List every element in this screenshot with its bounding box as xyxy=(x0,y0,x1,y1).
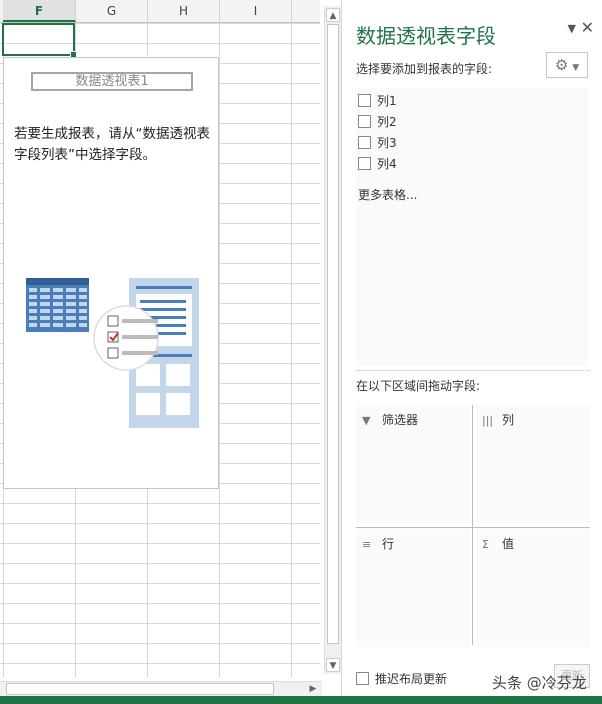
checklist-icon xyxy=(93,305,159,371)
gear-icon: ⚙ xyxy=(554,56,569,74)
field-checkbox[interactable] xyxy=(358,115,371,128)
area-divider-vertical xyxy=(472,405,473,645)
field-item-3[interactable]: 列3 xyxy=(358,134,397,152)
field-item-2[interactable]: 列2 xyxy=(358,113,397,131)
columns-icon: ||| xyxy=(482,414,494,427)
column-header-row: F G H I xyxy=(0,0,320,23)
columns-area-label: 列 xyxy=(502,413,515,427)
choose-fields-label: 选择要添加到报表的字段: xyxy=(356,62,493,76)
field-label: 列3 xyxy=(377,136,397,150)
pivot-table-title: 数据透视表1 xyxy=(31,72,193,91)
filter-icon: ▼ xyxy=(362,414,371,427)
table-icon xyxy=(26,278,89,332)
pivot-illustration xyxy=(26,278,199,428)
scroll-up-button[interactable]: ▲ xyxy=(326,8,340,22)
pane-title: 数据透视表字段 xyxy=(356,24,496,48)
status-bar xyxy=(0,696,602,704)
sigma-icon: Σ xyxy=(482,538,489,551)
chevron-down-icon[interactable]: ▼ xyxy=(568,22,576,35)
field-checkbox[interactable] xyxy=(358,136,371,149)
drag-fields-label: 在以下区域间拖动字段: xyxy=(356,379,481,393)
field-item-4[interactable]: 列4 xyxy=(358,155,397,173)
column-header-i[interactable]: I xyxy=(220,0,292,22)
defer-label: 推迟布局更新 xyxy=(375,672,448,686)
scroll-right-button[interactable]: ▶ xyxy=(306,682,320,696)
column-header-g[interactable]: G xyxy=(76,0,148,22)
area-divider-horizontal xyxy=(356,527,590,528)
scroll-down-button[interactable]: ▼ xyxy=(326,658,340,672)
pivot-instructions: 若要生成报表，请从“数据透视表字段列表”中选择字段。 xyxy=(14,126,210,163)
rows-area[interactable]: ≡ 行 xyxy=(356,529,470,647)
defer-layout-update[interactable]: 推迟布局更新 xyxy=(356,670,447,687)
column-header-h[interactable]: H xyxy=(148,0,220,22)
field-checkbox[interactable] xyxy=(358,157,371,170)
filters-area-label: 筛选器 xyxy=(382,413,419,427)
rows-icon: ≡ xyxy=(362,538,372,551)
filters-area[interactable]: ▼ 筛选器 xyxy=(356,405,470,523)
vertical-scroll-thumb[interactable] xyxy=(327,24,339,644)
field-label: 列2 xyxy=(377,115,397,129)
field-checkbox[interactable] xyxy=(358,94,371,107)
field-list: 列1 列2 列3 列4 更多表格... xyxy=(356,88,588,366)
rows-area-label: 行 xyxy=(382,537,395,551)
horizontal-scrollbar[interactable]: ▶ xyxy=(0,681,322,696)
field-settings-button[interactable]: ⚙ ▼ xyxy=(546,52,588,78)
field-item-1[interactable]: 列1 xyxy=(358,92,397,110)
values-area-label: 值 xyxy=(502,537,515,551)
chevron-down-icon: ▼ xyxy=(572,63,580,73)
worksheet: F G H I 数据透视表1 若要生成报表，请从“数据透视表字段列表”中选择字段… xyxy=(0,0,320,678)
close-icon[interactable]: ✕ xyxy=(581,18,594,37)
selected-cell[interactable] xyxy=(2,23,77,58)
more-tables-link[interactable]: 更多表格... xyxy=(358,186,417,203)
pivot-table-placeholder[interactable]: 数据透视表1 若要生成报表，请从“数据透视表字段列表”中选择字段。 xyxy=(3,57,219,489)
values-area[interactable]: Σ值 xyxy=(476,529,590,647)
field-label: 列4 xyxy=(377,157,397,171)
column-header-f[interactable]: F xyxy=(3,0,76,22)
field-label: 列1 xyxy=(377,94,397,108)
columns-area[interactable]: ||| 列 xyxy=(476,405,590,523)
divider xyxy=(356,370,590,371)
watermark: 头条 @冷芬龙 xyxy=(492,674,587,692)
horizontal-scroll-thumb[interactable] xyxy=(6,683,274,695)
pivot-field-list-pane: 数据透视表字段 ▼ ✕ 选择要添加到报表的字段: ⚙ ▼ 列1 列2 列3 列4 … xyxy=(341,0,602,696)
defer-checkbox[interactable] xyxy=(356,672,369,685)
vertical-scrollbar[interactable]: ▲ ▼ xyxy=(324,6,341,674)
layout-areas: ▼ 筛选器 ||| 列 ≡ 行 Σ值 xyxy=(356,405,590,647)
